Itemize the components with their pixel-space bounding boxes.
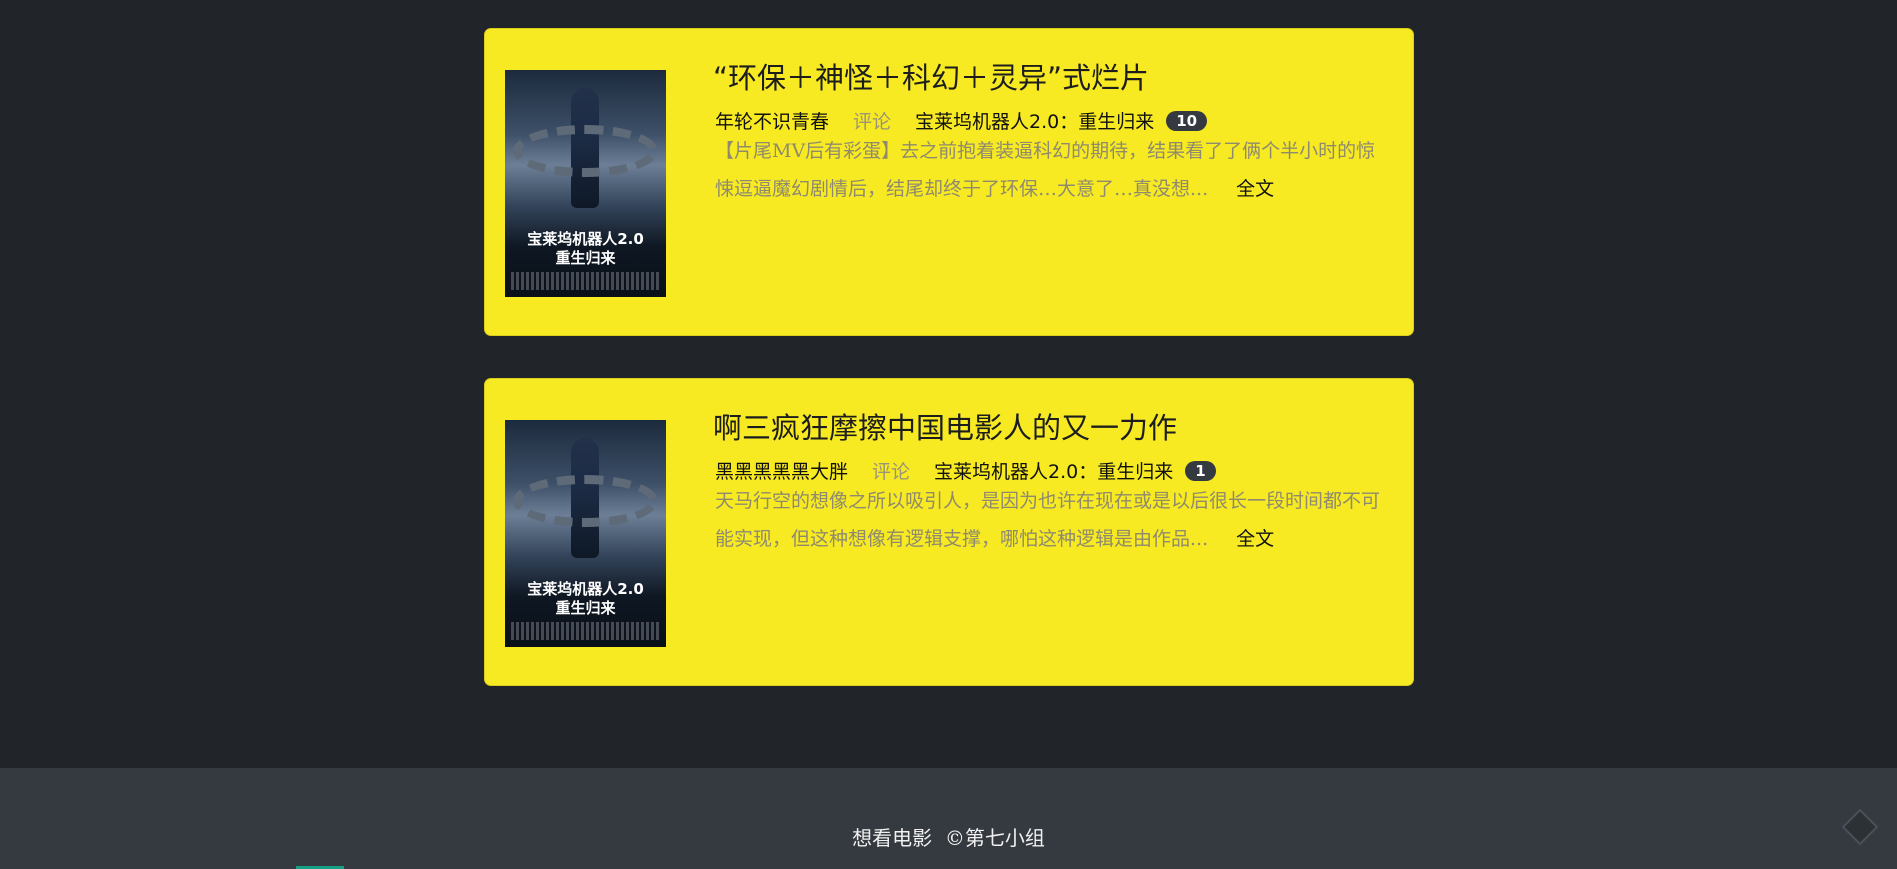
review-card: 宝莱坞机器人2.0 重生归来 “环保＋神怪＋科幻＋灵异”式烂片 年轮不识青春 评… (484, 28, 1414, 336)
poster-title: 宝莱坞机器人2.0 重生归来 (527, 230, 644, 267)
movie-link[interactable]: 宝莱坞机器人2.0：重生归来 (915, 107, 1154, 134)
movie-link[interactable]: 宝莱坞机器人2.0：重生归来 (934, 457, 1173, 484)
movie-poster[interactable]: 宝莱坞机器人2.0 重生归来 (505, 420, 666, 647)
excerpt-text: 天马行空的想像之所以吸引人，是因为也许在现在或是以后很长一段时间都不可能实现，但… (715, 490, 1381, 550)
page-footer: 想看电影 ©第七小组 (0, 768, 1897, 869)
review-meta: 年轮不识青春 评论 宝莱坞机器人2.0：重生归来 10 (715, 107, 1208, 134)
review-title[interactable]: “环保＋神怪＋科幻＋灵异”式烂片 (713, 55, 1149, 97)
fulltext-link[interactable]: 全文 (1236, 528, 1274, 550)
review-meta: 黑黑黑黑黑大胖 评论 宝莱坞机器人2.0：重生归来 1 (715, 457, 1216, 484)
poster-ring (513, 125, 658, 177)
review-title[interactable]: 啊三疯狂摩擦中国电影人的又一力作 (713, 405, 1177, 447)
review-excerpt: 【片尾MV后有彩蛋】去之前抱着装逼科幻的期待，结果看了了俩个半小时的惊悚逗逼魔幻… (715, 132, 1385, 208)
excerpt-text: 【片尾MV后有彩蛋】去之前抱着装逼科幻的期待，结果看了了俩个半小时的惊悚逗逼魔幻… (715, 140, 1376, 200)
review-type: 评论 (853, 111, 892, 133)
poster-credits (511, 272, 660, 290)
fulltext-link[interactable]: 全文 (1236, 178, 1274, 200)
poster-ring (513, 475, 658, 527)
footer-copyright: 想看电影 ©第七小组 (852, 826, 1045, 850)
review-excerpt: 天马行空的想像之所以吸引人，是因为也许在现在或是以后很长一段时间都不可能实现，但… (715, 482, 1385, 558)
poster-credits (511, 622, 660, 640)
review-card: 宝莱坞机器人2.0 重生归来 啊三疯狂摩擦中国电影人的又一力作 黑黑黑黑黑大胖 … (484, 378, 1414, 686)
author-link[interactable]: 年轮不识青春 (715, 107, 829, 134)
count-badge: 10 (1166, 110, 1208, 131)
count-badge: 1 (1185, 460, 1216, 481)
review-type: 评论 (872, 461, 911, 483)
movie-poster[interactable]: 宝莱坞机器人2.0 重生归来 (505, 70, 666, 297)
author-link[interactable]: 黑黑黑黑黑大胖 (715, 457, 848, 484)
poster-title: 宝莱坞机器人2.0 重生归来 (527, 580, 644, 617)
